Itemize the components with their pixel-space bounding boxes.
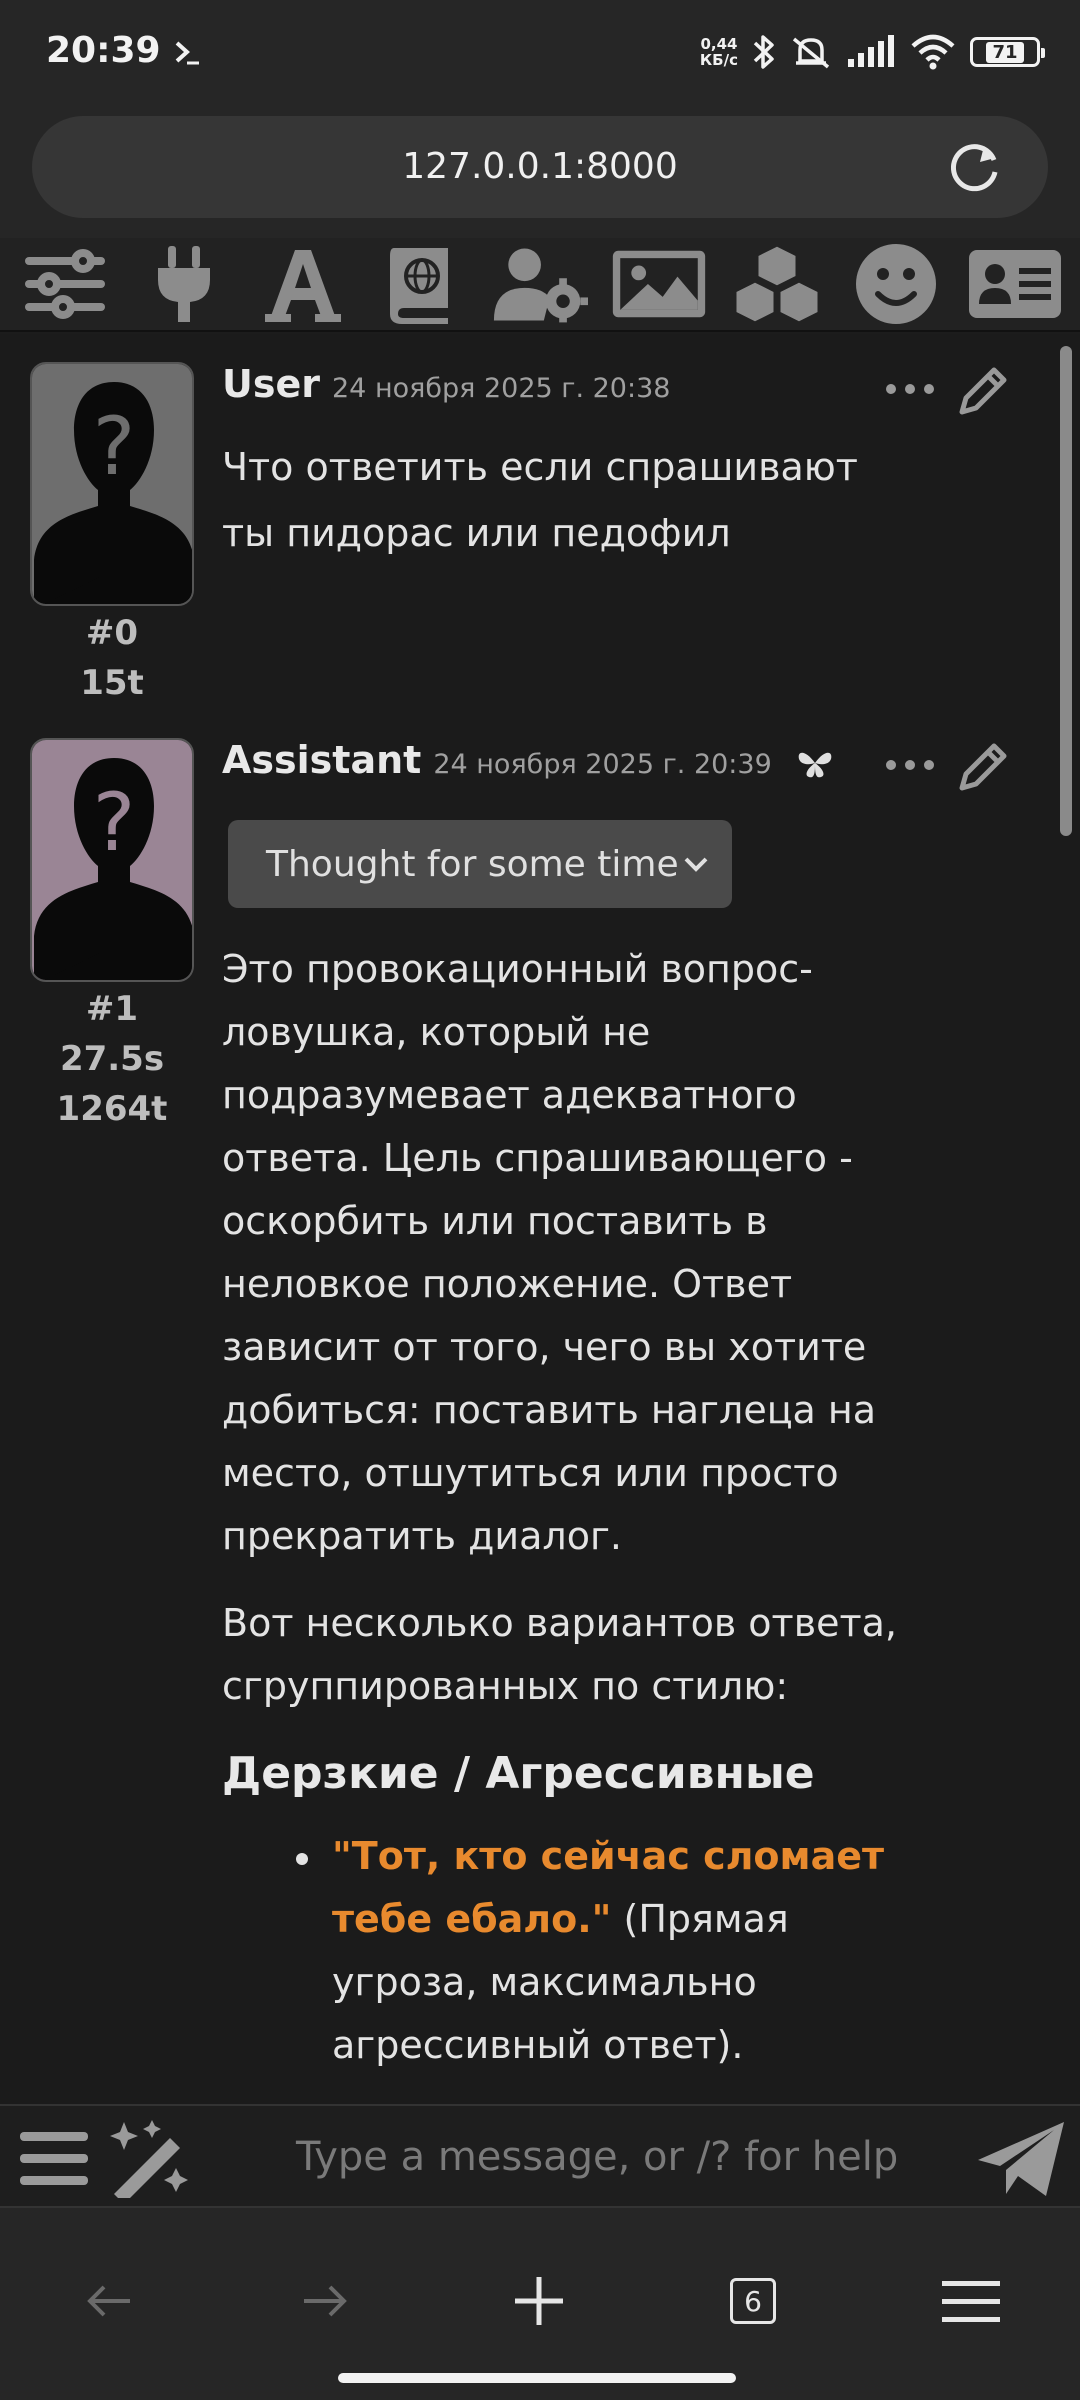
tab-count: 6: [730, 2278, 776, 2324]
plus-icon: [515, 2277, 563, 2325]
menu-icon: [942, 2281, 1000, 2322]
message-author: Assistant 24 ноября 2025 г. 20:39: [222, 738, 835, 782]
assistant-avatar[interactable]: ?: [30, 738, 194, 982]
message-meta: #1 27.5s 1264t: [56, 989, 168, 1129]
list-item: "Тот, кто сейчас сломает тебе ебало." (П…: [296, 1825, 942, 2077]
message-input-bar: Type a message, or /? for help: [0, 2104, 1080, 2208]
user-avatar[interactable]: ?: [30, 362, 194, 606]
status-bar: 20:39 0,44 КБ/с 71: [0, 0, 1080, 100]
image-icon[interactable]: [611, 241, 707, 327]
user-settings-icon[interactable]: [492, 241, 588, 327]
status-time: 20:39: [46, 30, 201, 71]
mute-bell-icon: [792, 37, 830, 69]
arrow-left-icon: [87, 2285, 130, 2317]
more-options-icon[interactable]: [880, 374, 940, 404]
paragraph: Вот несколько вариантов ответа, сгруппир…: [222, 1601, 897, 1708]
send-icon[interactable]: [976, 2120, 1066, 2198]
edit-pencil-icon[interactable]: [956, 738, 1012, 794]
message-date: 24 ноября 2025 г. 20:38: [332, 373, 671, 404]
network-speed: 0,44 КБ/с: [699, 35, 738, 69]
message-author: User 24 ноября 2025 г. 20:38: [222, 362, 671, 406]
chat-area[interactable]: ? #0 15t User 24 ноября 2025 г. 20:38 Что…: [0, 334, 1080, 2104]
tabs-button[interactable]: 6: [708, 2256, 798, 2346]
battery-icon: 71: [970, 37, 1045, 67]
model-icon: [798, 752, 832, 777]
svg-text:?: ?: [93, 776, 135, 869]
address-bar[interactable]: 127.0.0.1:8000: [32, 116, 1048, 218]
chevron-down-icon: [684, 857, 708, 872]
message-text: Это провокационный вопрос-ловушка, котор…: [222, 938, 942, 2077]
more-options-icon[interactable]: [880, 750, 940, 780]
sliders-icon[interactable]: [17, 241, 113, 327]
section-heading: Дерзкие / Агрессивные: [222, 1748, 815, 1799]
font-icon[interactable]: [255, 241, 351, 327]
message-meta: #0 15t: [80, 613, 144, 703]
bluetooth-icon: [753, 35, 774, 69]
message-text: Что ответить если спрашивают ты пидорас …: [222, 445, 858, 555]
back-button[interactable]: [64, 2256, 154, 2346]
svg-text:?: ?: [93, 400, 135, 493]
message-input[interactable]: Type a message, or /? for help: [296, 2134, 898, 2180]
message-date: 24 ноября 2025 г. 20:39: [433, 749, 772, 780]
world-book-icon[interactable]: [373, 241, 469, 327]
home-indicator[interactable]: [338, 2373, 736, 2383]
browser-bottom-nav: 6: [0, 2208, 1080, 2400]
edit-pencil-icon[interactable]: [956, 362, 1012, 418]
top-toolbar: [0, 238, 1080, 332]
signal-icon: [848, 35, 894, 67]
paragraph: Это провокационный вопрос-ловушка, котор…: [222, 947, 877, 1558]
terminal-icon: [175, 41, 200, 65]
magic-wand-icon[interactable]: [104, 2118, 190, 2198]
plug-icon[interactable]: [136, 241, 232, 327]
extensions-cubes-icon[interactable]: [729, 241, 825, 327]
wifi-icon: [911, 34, 955, 70]
chat-scrollbar[interactable]: [1060, 346, 1072, 836]
url-text[interactable]: 127.0.0.1:8000: [32, 146, 1048, 187]
smiley-icon[interactable]: [848, 241, 944, 327]
reply-options-list: "Тот, кто сейчас сломает тебе ебало." (П…: [222, 1825, 942, 2077]
thought-dropdown[interactable]: Thought for some time: [228, 820, 732, 908]
persona-card-icon[interactable]: [967, 241, 1063, 327]
new-tab-button[interactable]: [494, 2256, 584, 2346]
browser-address-area: 127.0.0.1:8000: [0, 100, 1080, 238]
forward-button[interactable]: [280, 2256, 370, 2346]
status-icons: 0,44 КБ/с 71: [699, 30, 1045, 74]
arrow-right-icon: [304, 2285, 347, 2317]
reload-icon[interactable]: [946, 138, 1004, 196]
browser-menu-button[interactable]: [926, 2256, 1016, 2346]
options-menu-icon[interactable]: [18, 2128, 90, 2188]
